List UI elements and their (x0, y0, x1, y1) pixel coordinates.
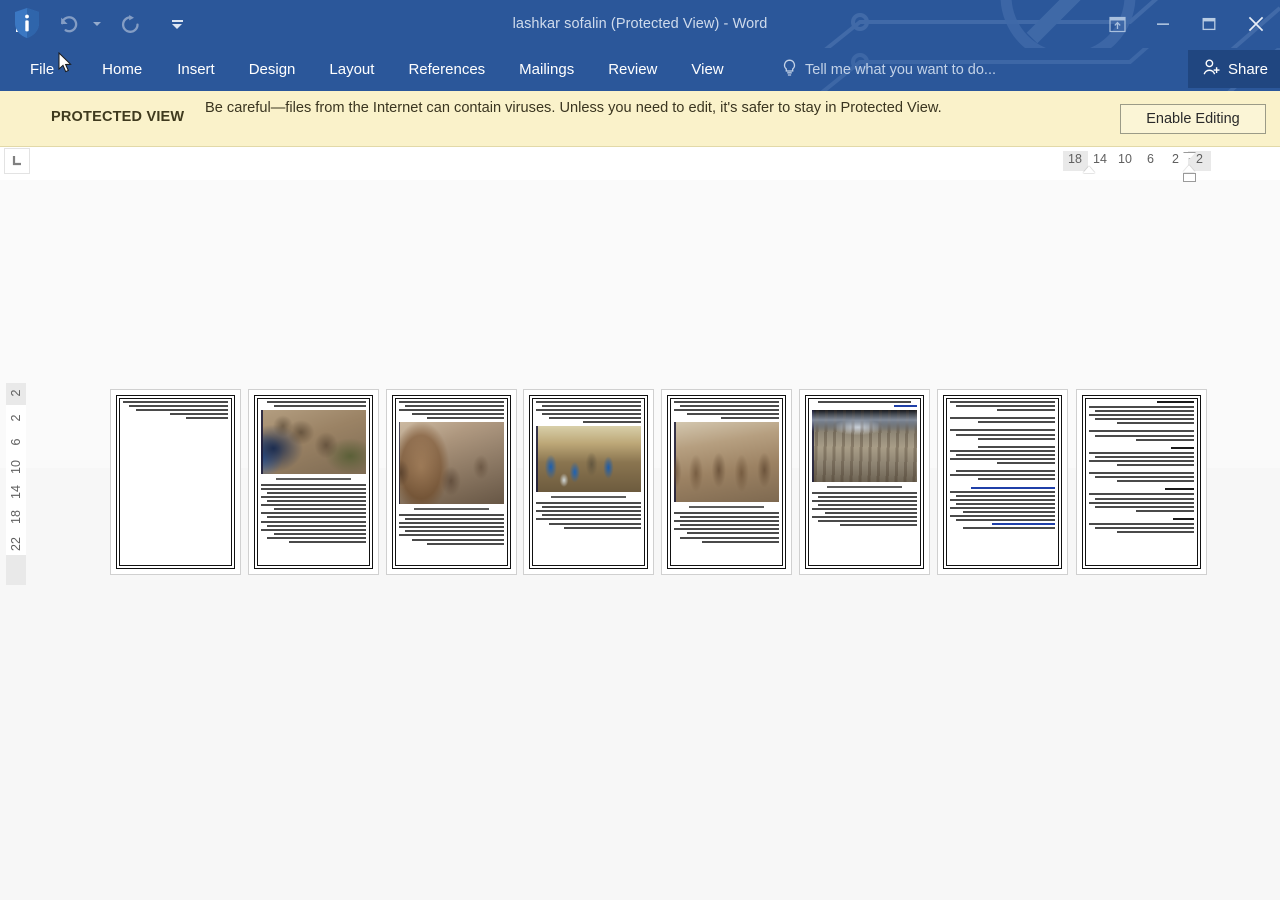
page-image-museum-hall-pits[interactable] (812, 410, 917, 483)
page-content (674, 401, 779, 563)
window-title: lashkar sofalin (Protected View) - Word (0, 0, 1280, 48)
lightbulb-icon (782, 59, 797, 81)
tab-layout-label: Layout (329, 61, 375, 78)
tell-me-search[interactable]: Tell me what you want to do... (782, 48, 996, 91)
document-page[interactable] (386, 389, 517, 575)
document-page[interactable] (1076, 389, 1207, 575)
left-tab-stop-icon (12, 156, 21, 166)
page-image-warrior-head-closeup[interactable] (399, 422, 504, 505)
tab-insert-label: Insert (177, 61, 215, 78)
tab-references-label: References (408, 61, 486, 78)
tab-review[interactable]: Review (591, 48, 674, 91)
vruler-tick-22: 22 (9, 537, 23, 551)
window-controls (1094, 0, 1280, 48)
tab-insert[interactable]: Insert (160, 48, 232, 91)
hruler-tick-14: 14 (1093, 152, 1107, 166)
page-content (812, 401, 917, 563)
ribbon-tabs: File Home Insert Design Layout Reference… (0, 48, 741, 91)
document-page[interactable] (110, 389, 241, 575)
document-page[interactable] (248, 389, 379, 575)
hruler-tick-2b: 2 (1196, 152, 1203, 166)
person-add-icon (1202, 58, 1221, 81)
title-bar: lashkar sofalin (Protected View) - Word (0, 0, 1280, 48)
vruler-tick-18: 18 (9, 510, 23, 524)
restore-icon[interactable] (1186, 3, 1232, 45)
ribbon-display-options-icon[interactable] (1094, 3, 1140, 45)
tab-layout[interactable]: Layout (312, 48, 391, 91)
page-content (399, 401, 504, 563)
close-icon[interactable] (1232, 3, 1280, 45)
tab-mailings[interactable]: Mailings (502, 48, 591, 91)
hruler-tick-10: 10 (1118, 152, 1132, 166)
page-content (536, 401, 641, 563)
vertical-ruler-margin-bottom (6, 555, 26, 585)
ribbon-tab-strip: File Home Insert Design Layout Reference… (0, 48, 1280, 91)
info-shield-icon (14, 7, 40, 39)
hruler-tick-2: 2 (1172, 152, 1179, 166)
document-page[interactable] (799, 389, 930, 575)
window-title-text: lashkar sofalin (Protected View) - Word (512, 16, 768, 32)
mouse-pointer (58, 51, 74, 76)
left-indent-marker[interactable] (1183, 165, 1195, 172)
tab-mailings-label: Mailings (519, 61, 575, 78)
tab-view[interactable]: View (674, 48, 740, 91)
tab-review-label: Review (608, 61, 658, 78)
page-image-archaeologists-working[interactable] (536, 426, 641, 493)
enable-editing-button[interactable]: Enable Editing (1120, 104, 1266, 134)
page-content (261, 401, 366, 563)
enable-editing-label: Enable Editing (1146, 111, 1240, 127)
minimize-icon[interactable] (1140, 3, 1186, 45)
tab-stop-selector[interactable] (4, 148, 30, 174)
hruler-tick-18: 18 (1068, 152, 1082, 166)
document-page[interactable] (937, 389, 1068, 575)
tab-file-label: File (30, 61, 55, 78)
page-image-warrior-group[interactable] (674, 422, 779, 503)
tab-home[interactable]: Home (84, 48, 160, 91)
vruler-tick-6: 6 (9, 438, 23, 446)
tab-view-label: View (691, 61, 724, 78)
left-indent-box[interactable] (1183, 173, 1196, 182)
page-thumbnails (0, 180, 1280, 720)
page-image-excavation-warriors[interactable] (261, 410, 366, 475)
page-content (950, 401, 1055, 563)
document-page[interactable] (661, 389, 792, 575)
vruler-tick-10: 10 (9, 460, 23, 474)
tell-me-placeholder: Tell me what you want to do... (805, 61, 997, 78)
protected-view-message: Be careful—files from the Internet can c… (205, 100, 942, 116)
first-line-indent-marker[interactable] (1083, 166, 1095, 173)
share-button[interactable]: Share (1187, 50, 1280, 88)
hruler-tick-6: 6 (1147, 152, 1154, 166)
tab-design[interactable]: Design (232, 48, 313, 91)
tab-design-label: Design (248, 61, 296, 78)
protected-view-badge: PROTECTED VIEW (51, 109, 185, 125)
vruler-tick-14: 14 (9, 485, 23, 499)
page-content (123, 401, 228, 563)
tab-references[interactable]: References (391, 48, 502, 91)
vruler-tick-2: 2 (9, 414, 23, 422)
document-canvas[interactable] (0, 180, 1280, 900)
vruler-tick-2-top: 2 (9, 389, 23, 397)
document-page[interactable] (523, 389, 654, 575)
page-content (1089, 401, 1194, 563)
tab-home-label: Home (102, 61, 143, 78)
share-label: Share (1227, 60, 1268, 78)
